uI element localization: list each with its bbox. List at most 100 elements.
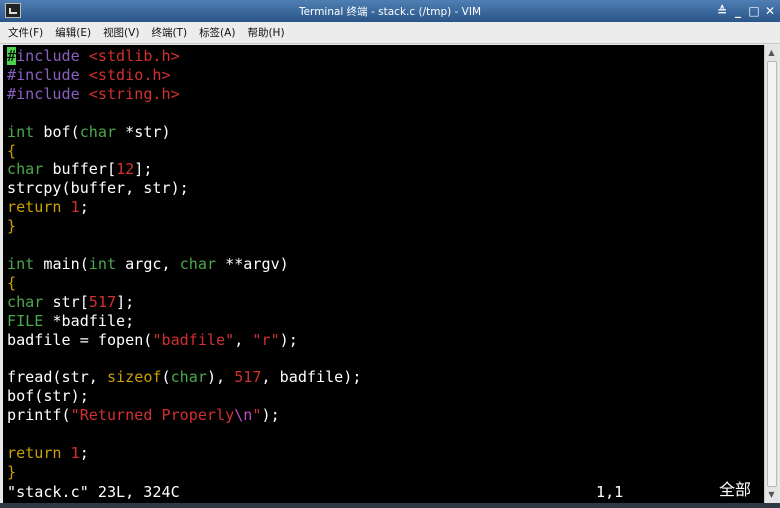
menu-file[interactable]: 文件(F) [8,25,43,40]
code-line: #include <stdio.h> [7,66,171,85]
code-token: #include [7,84,89,103]
code-token: char [7,160,44,179]
title-bar[interactable]: Terminal 终端 - stack.c (/tmp) - VIM ≙ _ □… [0,0,780,22]
code-token: 517 [88,292,117,311]
code-token: , [234,330,253,349]
code-token: **argv) [216,254,289,273]
code-line: #include <stdlib.h> [7,47,180,66]
code-token: bof(str); [7,387,89,406]
code-token: } [7,217,17,236]
code-token: <stdlib.h> [88,47,180,65]
window-controls: ≙ _ □ ✕ [716,3,776,19]
code-token: , badfile); [261,368,362,387]
code-token: buffer[ [43,160,117,179]
code-token: ), [206,368,235,387]
code-line: return 1; [7,198,89,217]
code-token: strcpy(buffer, str); [7,179,189,198]
code-line: } [7,217,16,236]
code-token: } [7,462,17,481]
code-token: int [7,122,35,141]
status-scroll-percent: 全部 [719,480,752,499]
code-token: ( [161,368,171,387]
code-token: \n [234,406,253,425]
code-line: char str[517]; [7,293,134,312]
code-token: "badfile" [152,330,235,349]
code-token: printf( [7,406,71,425]
code-token: <stdio.h> [88,65,171,84]
code-token: main( [34,254,89,273]
code-line: FILE *badfile; [7,312,134,331]
vim-editor[interactable]: "stack.c" 23L, 324C 1,1 全部 #include <std… [3,45,764,503]
terminal-window: Terminal 终端 - stack.c (/tmp) - VIM ≙ _ □… [0,0,780,508]
status-file-info: "stack.c" 23L, 324C [7,483,180,501]
code-line: strcpy(buffer, str); [7,179,189,198]
code-line: char buffer[12]; [7,160,152,179]
code-token: { [7,141,17,160]
code-token: ]; [134,160,153,179]
menu-tabs[interactable]: 标签(A) [199,25,235,40]
code-token: char [7,292,44,311]
code-token: int [7,254,35,273]
code-token: argc, [116,254,180,273]
code-token: ); [279,330,298,349]
code-token: ); [261,406,280,425]
vertical-scrollbar[interactable]: ▲ ▼ [764,45,778,503]
code-line: int main(int argc, char **argv) [7,255,289,274]
scroll-down-icon[interactable]: ▼ [765,489,778,501]
code-line: { [7,142,16,161]
menu-terminal[interactable]: 终端(T) [151,25,187,40]
code-token: char [179,254,217,273]
code-token: #include [7,65,89,84]
code-line: int bof(char *str) [7,123,171,142]
code-token: 1 [70,443,80,462]
code-token: 1 [70,198,80,217]
code-line: { [7,274,16,293]
code-token: char [170,368,207,387]
maximize-icon[interactable]: □ [748,3,760,19]
code-token: "Returned Properly [70,406,235,425]
code-token: { [7,273,17,292]
code-line: #include <string.h> [7,85,180,104]
menu-view[interactable]: 视图(V) [103,25,139,40]
text-cursor: # [7,47,17,65]
code-line: return 1; [7,444,89,463]
scroll-thumb[interactable] [767,61,777,487]
code-token: FILE [7,311,44,330]
code-line: bof(str); [7,387,89,406]
code-token: "r" [252,330,280,349]
scroll-up-icon[interactable]: ▲ [765,47,778,59]
close-icon[interactable]: ✕ [764,3,776,19]
code-token: *badfile; [43,311,135,330]
code-token: return [7,443,62,462]
status-cursor-position: 1,1 [596,483,624,501]
menu-bar: 文件(F) 编辑(E) 视图(V) 终端(T) 标签(A) 帮助(H) [0,22,780,44]
minimize-icon[interactable]: _ [732,3,744,19]
code-token: ; [79,443,89,462]
code-token: sizeof [106,368,162,387]
code-token: 12 [116,160,135,179]
code-token: ; [79,198,89,217]
code-token: include [16,47,89,65]
code-line: fread(str, sizeof(char), 517, badfile); [7,368,361,387]
window-title: Terminal 终端 - stack.c (/tmp) - VIM [298,6,482,18]
code-line: printf("Returned Properly\n"); [7,406,280,425]
code-token: return [7,198,62,217]
code-line: } [7,463,16,482]
code-token: 517 [234,368,262,387]
code-token: <string.h> [88,84,180,103]
code-token: str[ [43,292,89,311]
code-token: ]; [116,292,135,311]
code-line: badfile = fopen("badfile", "r"); [7,331,298,350]
code-token: badfile = fopen( [7,330,153,349]
menu-edit[interactable]: 编辑(E) [55,25,91,40]
menu-help[interactable]: 帮助(H) [247,25,284,40]
code-token: char [79,122,117,141]
code-token: *str) [116,122,171,141]
code-token: int [88,254,117,273]
code-token: fread(str, [7,368,107,387]
shade-icon[interactable]: ≙ [716,3,728,19]
window-bottom-border [0,503,780,508]
code-token: bof( [34,122,80,141]
